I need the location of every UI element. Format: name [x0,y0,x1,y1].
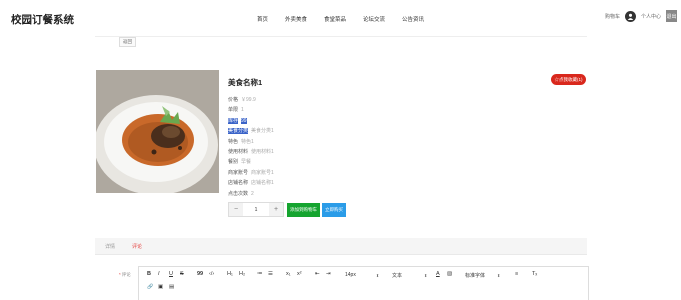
field-row-feature: 特色 特色1 [228,137,274,147]
image-icon[interactable]: ▣ [158,284,163,290]
field-value: 商家账号1 [251,169,274,176]
favorite-button[interactable]: ☆点我收藏(1) [551,74,586,85]
top-navbar: 校园订餐系统 首页 外卖美食 食堂菜品 论坛交流 公告资讯 购物车 个人中心 退… [0,0,681,36]
field-label: 使用材料 [228,148,249,155]
header-user-area: 购物车 个人中心 退出 [605,10,677,22]
video-icon[interactable]: ▤ [169,284,174,290]
field-row-meal: 餐别 早餐 [228,157,274,167]
bold-button[interactable]: B [147,271,151,277]
ordered-list-button[interactable]: ≔ [257,271,263,277]
background-color-button[interactable]: ▧ [447,271,452,277]
user-avatar-icon[interactable] [624,10,636,22]
field-label: 美食分类 [228,128,249,135]
field-row-merchant: 商家账号 商家账号1 [228,168,274,178]
bullet-list-button[interactable]: ☰ [268,271,273,277]
rich-text-toolbar: B I U S 99 ‹/› H₁ H₂ ≔ ☰ x₁ x² ⇤ ⇥ 14px … [138,266,589,300]
food-photo-illustration [96,70,219,193]
chevron-down-icon: ⬍ [375,272,380,278]
quote-button[interactable]: 99 [197,271,203,277]
field-label: 店铺名称 [228,180,249,187]
nav-home[interactable]: 首页 [257,15,268,23]
font-color-button[interactable]: A [436,271,440,277]
field-value: 99 [241,117,247,124]
italic-button[interactable]: I [158,271,160,277]
detail-tabs: 详情 评论 [95,238,587,255]
code-block-button[interactable]: ‹/› [209,271,214,277]
font-family-select[interactable]: 标准字体 ⬍ [465,272,500,279]
field-value: 特色1 [241,138,254,145]
field-row-limit: 单限 1 [228,105,274,115]
field-label: 商家账号 [228,169,249,176]
heading2-button[interactable]: H₂ [239,271,245,277]
field-label: 餐别 [228,159,239,166]
nav-forum[interactable]: 论坛交流 [363,15,385,23]
user-center-link[interactable]: 个人中心 [641,13,661,20]
field-value: ￥99.9 [241,97,256,103]
heading1-button[interactable]: H₁ [227,271,233,277]
font-size-value: 14px [345,272,356,278]
buy-now-button[interactable]: 立即购买 [322,202,346,217]
add-to-cart-button[interactable]: 添加到购物车 [287,202,320,217]
sub-toolbar: 返回 [95,36,587,49]
chevron-down-icon: ⬍ [497,273,501,278]
field-value: 早餐 [241,159,252,166]
quantity-input[interactable]: 1 [243,203,269,216]
clear-format-button[interactable]: Tₓ [532,271,537,277]
field-label: 库存 [228,117,239,124]
field-value: 1 [241,107,244,114]
font-family-value: 标准字体 [465,273,486,279]
product-detail: 美食名称1 价格 ￥99.9 单限 1 库存 99 美食分类 美食分类1 特色 特色1 使… [228,77,274,199]
chevron-down-icon: ⬍ [424,273,428,278]
field-row-price: 价格 ￥99.9 [228,95,274,105]
text-style-select[interactable]: 文本 ⬍ [392,272,427,279]
field-row-stock: 库存 99 [228,116,274,126]
strike-button[interactable]: S [180,271,184,277]
back-button[interactable]: 返回 [119,37,136,47]
logout-button[interactable]: 退出 [666,10,677,22]
font-size-select[interactable]: 14px ⬍ [345,272,379,278]
product-image [96,70,219,193]
quantity-stepper: − 1 + [228,202,284,217]
nav-takeout-food[interactable]: 外卖美食 [285,15,307,23]
nav-canteen-dishes[interactable]: 食堂菜品 [324,15,346,23]
field-value: 2 [251,190,254,197]
site-brand[interactable]: 校园订餐系统 [11,12,74,27]
field-label: 价格 [228,97,239,103]
field-row-clicks: 点击次数 2 [228,189,274,199]
field-value: 使用材料1 [251,148,274,155]
decrease-button[interactable]: − [229,203,243,216]
tab-comments[interactable]: 评论 [132,243,142,250]
align-button[interactable]: ≡ [515,271,518,277]
superscript-button[interactable]: x² [297,271,302,277]
cart-link[interactable]: 购物车 [605,13,620,20]
subscript-button[interactable]: x₁ [286,271,291,277]
increase-button[interactable]: + [269,203,283,216]
field-row-category: 美食分类 美食分类1 [228,126,274,136]
outdent-button[interactable]: ⇤ [315,271,320,277]
text-style-value: 文本 [392,273,403,279]
field-value: 店铺名称1 [251,180,274,187]
purchase-actions: − 1 + 添加到购物车 立即购买 [228,202,346,217]
product-title: 美食名称1 [228,78,263,87]
field-label: 单限 [228,107,239,114]
field-row-materials: 使用材料 使用材料1 [228,147,274,157]
tab-details[interactable]: 详情 [105,243,115,250]
underline-button[interactable]: U [169,271,173,277]
indent-button[interactable]: ⇥ [326,271,331,277]
field-label: 特色 [228,138,239,145]
link-icon[interactable]: 🔗 [147,284,153,290]
field-row-shop: 店铺名称 店铺名称1 [228,178,274,188]
nav-announcements[interactable]: 公告资讯 [402,15,424,23]
field-value: 美食分类1 [251,128,274,135]
field-label: 点击次数 [228,190,249,197]
comment-field-label: *评论 [119,272,131,277]
